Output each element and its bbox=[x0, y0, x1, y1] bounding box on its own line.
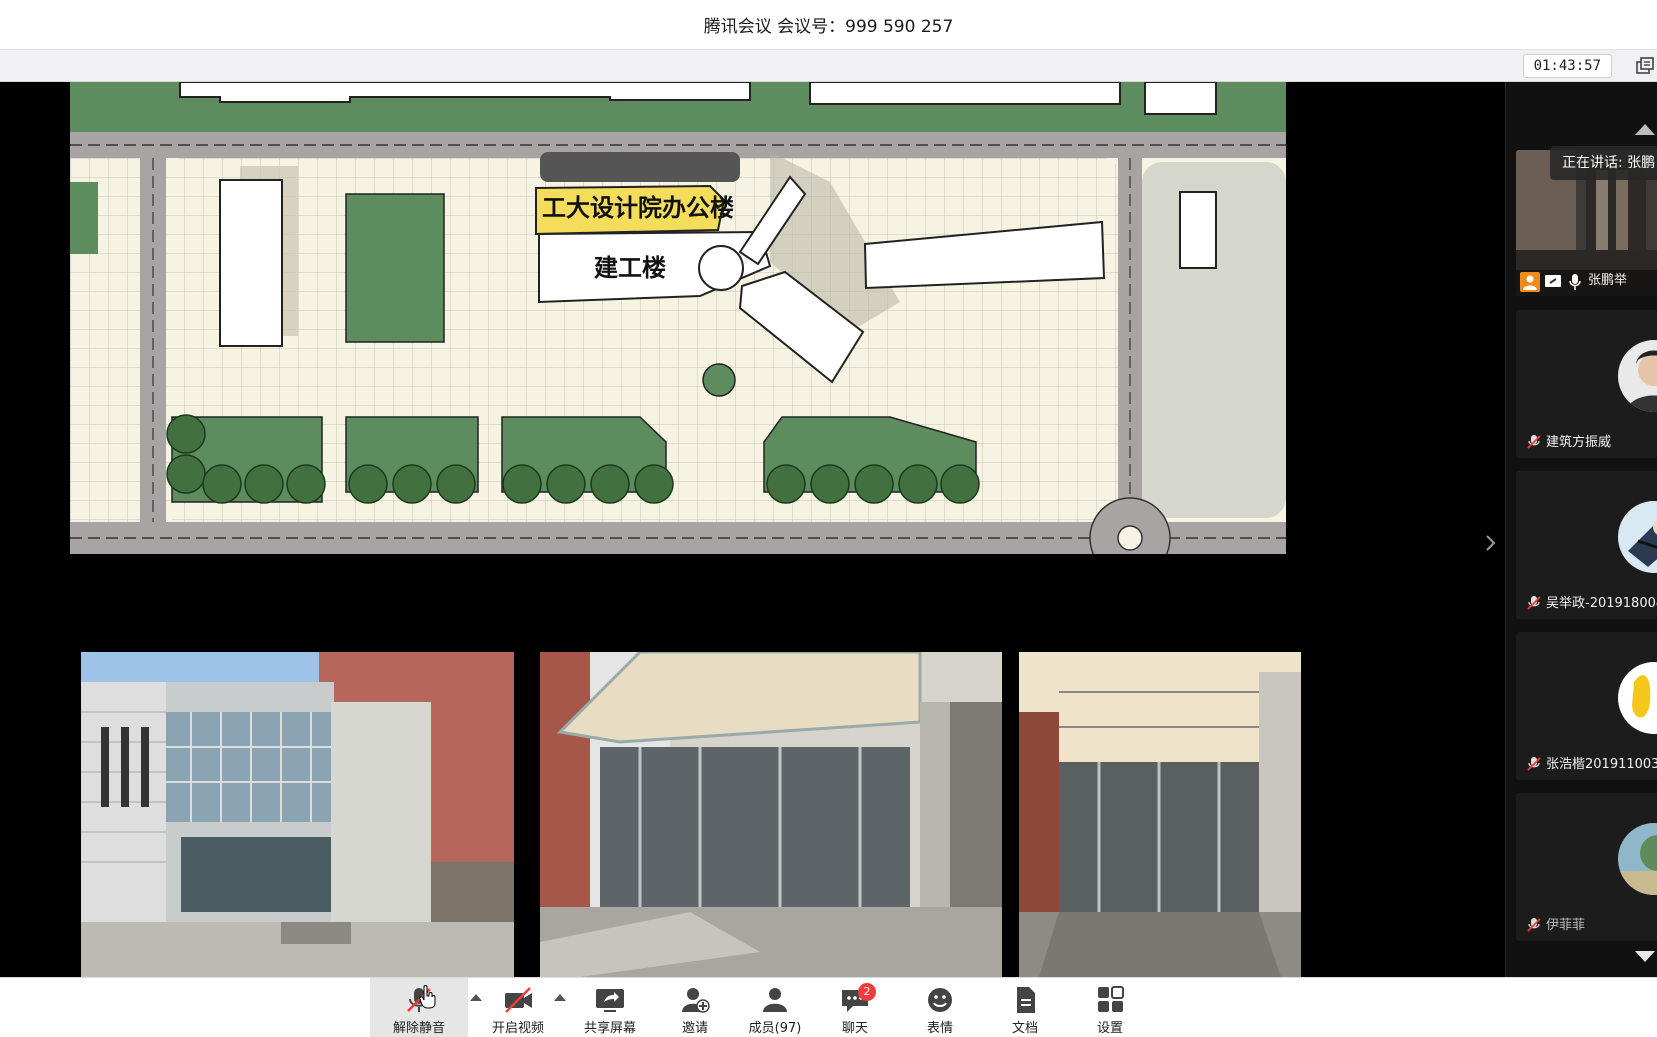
members-icon bbox=[763, 988, 787, 1012]
host-icon bbox=[1520, 272, 1540, 292]
avatar bbox=[1618, 501, 1657, 573]
unmute-label: 解除静音 bbox=[392, 1021, 445, 1036]
avatar bbox=[1618, 340, 1657, 412]
meeting-timer: 01:43:57 bbox=[1522, 54, 1612, 78]
participant-name: 建筑方振威 bbox=[1546, 435, 1612, 450]
share-screen-button[interactable]: 共享屏幕 bbox=[570, 978, 650, 1037]
window-title: 腾讯会议 会议号：999 590 257 bbox=[703, 17, 954, 37]
participant-name: 张浩楷2019110035 bbox=[1546, 757, 1657, 772]
speaking-indicator: 正在讲话: 张鹏 bbox=[1550, 146, 1657, 180]
chat-button[interactable]: 聊天 bbox=[815, 978, 895, 1037]
docs-button[interactable]: 文档 bbox=[985, 978, 1065, 1037]
add-user-icon bbox=[682, 988, 710, 1013]
reactions-button[interactable]: 表情 bbox=[900, 978, 980, 1037]
participant-name: 张鹏举 bbox=[1588, 273, 1628, 288]
building-photo-1 bbox=[81, 652, 514, 977]
members-label: 成员(97) bbox=[748, 1021, 802, 1036]
layout-switch-icon[interactable] bbox=[1635, 56, 1655, 76]
cursor-icon bbox=[419, 985, 436, 1009]
site-plan-image: 工大设计院办公楼 建工楼 bbox=[70, 82, 1286, 554]
start-video-label: 开启视频 bbox=[491, 1021, 544, 1036]
mic-muted-icon bbox=[1527, 918, 1541, 932]
participant-tile-2[interactable]: 建筑方振威 bbox=[1516, 310, 1657, 458]
shared-screen: 工大设计院办公楼 建工楼 bbox=[0, 82, 1505, 977]
chat-label: 聊天 bbox=[841, 1021, 868, 1036]
participant-sidebar: 张鹏举 建筑方振威 吴举政-201918004 张浩楷2019110035 伊菲… bbox=[1505, 82, 1657, 977]
video-options-icon[interactable] bbox=[553, 992, 567, 1002]
participant-name: 伊菲菲 bbox=[1546, 918, 1586, 933]
avatar bbox=[1618, 823, 1657, 895]
participant-tile-5[interactable]: 伊菲菲 bbox=[1516, 793, 1657, 941]
document-icon bbox=[1017, 987, 1035, 1013]
scroll-down-icon[interactable] bbox=[1634, 950, 1656, 964]
scroll-up-icon[interactable] bbox=[1634, 122, 1656, 136]
emoji-icon bbox=[928, 988, 952, 1012]
plan-label-office: 工大设计院办公楼 bbox=[542, 194, 734, 222]
settings-label: 设置 bbox=[1096, 1021, 1123, 1036]
plan-label-building: 建工楼 bbox=[594, 254, 666, 282]
participant-name: 吴举政-201918004 bbox=[1546, 596, 1657, 611]
mic-muted-icon bbox=[1527, 435, 1541, 449]
meeting-toolbar: 解除静音 开启视频 共享屏幕 邀请 成员(97) 聊天 表情 文档 设置 bbox=[0, 977, 1657, 1037]
settings-button[interactable]: 设置 bbox=[1070, 978, 1150, 1037]
docs-label: 文档 bbox=[1011, 1021, 1038, 1036]
participant-tile-4[interactable]: 张浩楷2019110035 bbox=[1516, 632, 1657, 780]
invite-button[interactable]: 邀请 bbox=[655, 978, 735, 1037]
screen-share-icon bbox=[1545, 275, 1561, 287]
chat-unread-badge: 2 bbox=[858, 983, 876, 1001]
invite-label: 邀请 bbox=[681, 1021, 708, 1036]
building-photo-3 bbox=[1019, 652, 1301, 977]
avatar bbox=[1618, 662, 1657, 734]
sidebar-toggle-icon[interactable] bbox=[1481, 528, 1501, 558]
mic-muted-icon bbox=[1527, 596, 1541, 610]
participant-tile-3[interactable]: 吴举政-201918004 bbox=[1516, 471, 1657, 619]
title-bar: 腾讯会议 会议号：999 590 257 bbox=[0, 0, 1657, 50]
reactions-label: 表情 bbox=[926, 1021, 953, 1036]
share-screen-icon bbox=[596, 989, 624, 1012]
microphone-icon bbox=[1569, 274, 1581, 290]
members-button[interactable]: 成员(97) bbox=[735, 978, 815, 1037]
share-screen-label: 共享屏幕 bbox=[583, 1021, 636, 1036]
building-photo-2 bbox=[540, 652, 1002, 977]
start-video-button[interactable]: 开启视频 bbox=[478, 978, 558, 1037]
mic-muted-icon bbox=[1527, 757, 1541, 771]
camera-off-icon bbox=[505, 987, 532, 1013]
settings-grid-icon bbox=[1098, 986, 1124, 1012]
meeting-info-bar: 01:43:57 bbox=[0, 50, 1657, 82]
